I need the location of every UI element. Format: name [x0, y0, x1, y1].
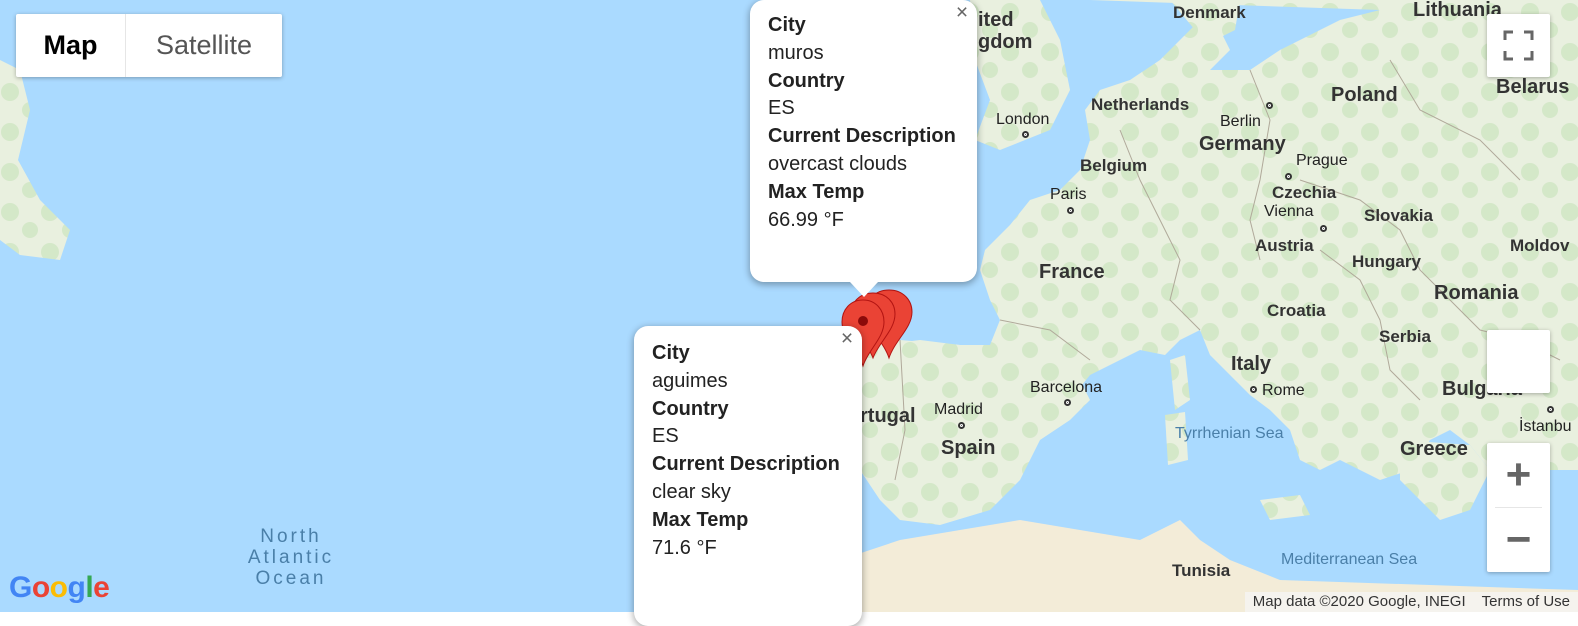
- label-france: France: [1039, 261, 1105, 283]
- city-dot-barcelona: [1064, 399, 1071, 406]
- label-vienna: Vienna: [1264, 203, 1314, 220]
- label-belarus: Belarus: [1496, 76, 1570, 98]
- city-dot-berlin: [1266, 102, 1273, 109]
- info-country-label: Country: [768, 69, 845, 92]
- label-czechia: Czechia: [1272, 183, 1337, 202]
- logo-letter: e: [93, 571, 110, 604]
- label-north-atlantic: North Atlantic Ocean: [236, 526, 346, 589]
- street-view-pegman-button[interactable]: [1487, 330, 1550, 393]
- info-window-muros: × City muros Country ES Current Descript…: [750, 0, 977, 297]
- label-moldova: Moldov: [1510, 236, 1570, 255]
- city-dot-vienna: [1320, 225, 1327, 232]
- zoom-control: + −: [1487, 443, 1550, 572]
- map-type-control: Map Satellite: [16, 14, 282, 77]
- logo-letter: G: [9, 571, 32, 604]
- info-country-value: ES: [652, 425, 679, 448]
- terms-of-use-link[interactable]: Terms of Use: [1473, 592, 1578, 612]
- logo-letter: o: [31, 571, 50, 604]
- label-poland: Poland: [1331, 84, 1398, 106]
- info-temp-value: 71.6 °F: [652, 536, 717, 559]
- label-london: London: [996, 111, 1050, 128]
- label-belgium: Belgium: [1080, 156, 1148, 175]
- label-united-kingdom-2: gdom: [978, 31, 1033, 53]
- info-city-label: City: [652, 342, 690, 364]
- city-dot-london: [1022, 131, 1029, 138]
- label-portugal: rtugal: [860, 405, 916, 427]
- fullscreen-button[interactable]: [1487, 14, 1550, 77]
- label-romania: Romania: [1434, 282, 1519, 304]
- info-temp-label: Max Temp: [652, 508, 749, 531]
- land-sicily: [1260, 495, 1310, 520]
- info-city-label: City: [768, 14, 806, 36]
- label-istanbul: İstanbu: [1519, 418, 1572, 435]
- label-croatia: Croatia: [1267, 301, 1326, 320]
- info-country-label: Country: [652, 397, 729, 420]
- label-mediterranean-sea: Mediterranean Sea: [1281, 551, 1418, 568]
- info-temp-label: Max Temp: [768, 180, 865, 203]
- ocean-line-1: North: [260, 526, 322, 547]
- zoom-in-button[interactable]: +: [1487, 443, 1550, 507]
- label-denmark: Denmark: [1173, 3, 1246, 22]
- label-italy: Italy: [1231, 353, 1272, 375]
- city-dot-istanbul: [1547, 406, 1554, 413]
- city-dot-madrid: [958, 422, 965, 429]
- close-icon[interactable]: ×: [953, 2, 971, 23]
- label-netherlands: Netherlands: [1091, 95, 1190, 114]
- label-hungary: Hungary: [1352, 252, 1421, 271]
- label-prague: Prague: [1296, 152, 1348, 169]
- city-dot-rome: [1250, 386, 1257, 393]
- label-tyrrhenian-sea: Tyrrhenian Sea: [1175, 425, 1284, 442]
- label-rome: Rome: [1262, 382, 1305, 399]
- logo-letter: l: [85, 571, 94, 604]
- info-city-value: aguimes: [652, 369, 728, 392]
- city-dot-prague: [1285, 173, 1292, 180]
- label-greece: Greece: [1400, 438, 1468, 460]
- map-type-map-button[interactable]: Map: [16, 14, 126, 77]
- label-tunisia: Tunisia: [1172, 561, 1231, 580]
- label-barcelona: Barcelona: [1030, 379, 1103, 396]
- ocean-line-3: Ocean: [255, 568, 327, 589]
- label-austria: Austria: [1255, 236, 1314, 255]
- info-temp-value: 66.99 °F: [768, 208, 844, 231]
- label-serbia: Serbia: [1379, 327, 1431, 346]
- fullscreen-icon: [1503, 30, 1534, 61]
- city-dot-paris: [1067, 207, 1074, 214]
- info-city-value: muros: [768, 41, 824, 64]
- info-desc-label: Current Description: [652, 453, 840, 476]
- info-country-value: ES: [768, 97, 795, 120]
- map-type-satellite-button[interactable]: Satellite: [126, 14, 282, 77]
- label-spain: Spain: [941, 437, 996, 459]
- land-ireland: [0, 60, 70, 260]
- logo-letter: g: [67, 571, 86, 604]
- label-madrid: Madrid: [934, 401, 983, 418]
- info-window-aguimes: × City aguimes Country ES Current Descri…: [634, 326, 862, 626]
- land-corsica: [1170, 355, 1190, 410]
- zoom-out-button[interactable]: −: [1487, 508, 1550, 572]
- map-data-attribution: Map data ©2020 Google, INEGI: [1244, 592, 1474, 612]
- label-paris: Paris: [1050, 186, 1087, 203]
- info-desc-label: Current Description: [768, 125, 956, 148]
- info-desc-value: clear sky: [652, 480, 731, 503]
- label-slovakia: Slovakia: [1364, 206, 1433, 225]
- map-footer: Map data ©2020 Google, INEGI Terms of Us…: [1244, 592, 1578, 612]
- label-berlin: Berlin: [1220, 113, 1261, 130]
- label-germany: Germany: [1199, 133, 1286, 155]
- ocean-line-2: Atlantic: [247, 547, 335, 568]
- label-united-kingdom-1: ited: [978, 9, 1014, 31]
- info-desc-value: overcast clouds: [768, 152, 907, 175]
- google-logo[interactable]: Google: [9, 571, 110, 605]
- close-icon[interactable]: ×: [838, 328, 856, 349]
- logo-letter: o: [49, 571, 68, 604]
